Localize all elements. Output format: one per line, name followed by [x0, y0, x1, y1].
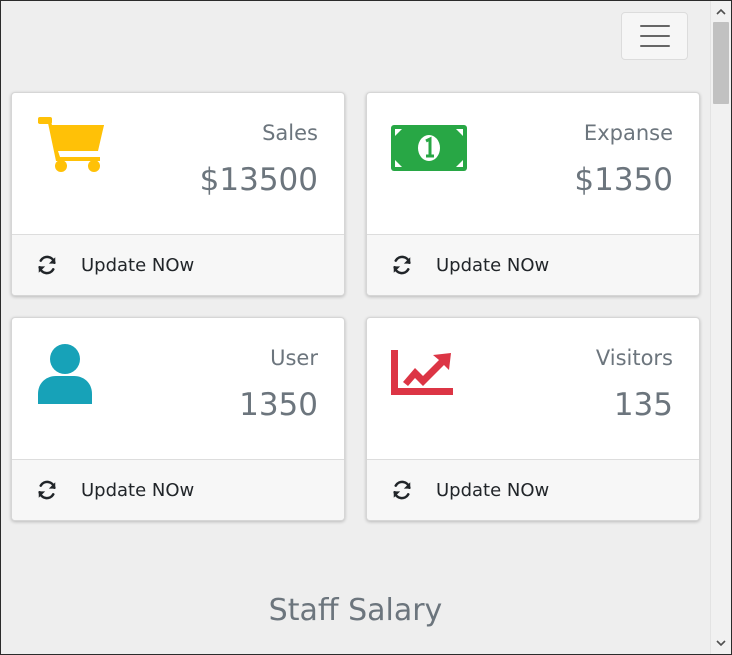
visitors-card: Visitors 135 Update NOw: [366, 317, 700, 521]
navbar-toggle-button[interactable]: [621, 12, 688, 60]
update-now-label: Update NOw: [436, 479, 550, 501]
update-now-link[interactable]: Update NOw: [12, 459, 344, 520]
card-body: Sales $13500: [12, 93, 344, 235]
vertical-scrollbar[interactable]: [710, 1, 731, 654]
money-bill-icon: [391, 125, 467, 175]
user-card: User 1350 Update NOw: [11, 317, 345, 521]
card-title: Visitors: [595, 346, 673, 370]
card-body: Expanse $1350: [367, 93, 699, 235]
card-value: 1350: [239, 387, 318, 423]
chart-line-icon: [391, 350, 453, 400]
scrollbar-thumb[interactable]: [713, 22, 729, 104]
card-title: Sales: [262, 121, 318, 145]
update-now-label: Update NOw: [436, 254, 550, 276]
update-now-link[interactable]: Update NOw: [367, 459, 699, 520]
update-now-link[interactable]: Update NOw: [367, 234, 699, 295]
scroll-down-arrow-icon[interactable]: [711, 634, 731, 652]
page-viewport: Sales $13500 Update NOw Expanse $1350 Up…: [1, 1, 710, 654]
hamburger-menu-icon: [639, 25, 670, 47]
user-icon: [38, 342, 92, 408]
update-now-link[interactable]: Update NOw: [12, 234, 344, 295]
card-title: Expanse: [583, 121, 673, 145]
card-value: 135: [613, 387, 673, 423]
card-value: $1350: [574, 162, 673, 198]
scroll-up-arrow-icon[interactable]: [711, 3, 731, 21]
sync-icon: [36, 254, 58, 276]
card-body: Visitors 135: [367, 318, 699, 460]
update-now-label: Update NOw: [81, 254, 195, 276]
shopping-cart-icon: [36, 113, 108, 177]
sync-icon: [36, 479, 58, 501]
sync-icon: [391, 479, 413, 501]
update-now-label: Update NOw: [81, 479, 195, 501]
sync-icon: [391, 254, 413, 276]
card-title: User: [270, 346, 318, 370]
expanse-card: Expanse $1350 Update NOw: [366, 92, 700, 296]
card-body: User 1350: [12, 318, 344, 460]
section-title: Staff Salary: [268, 593, 443, 628]
sales-card: Sales $13500 Update NOw: [11, 92, 345, 296]
browser-frame: Sales $13500 Update NOw Expanse $1350 Up…: [0, 0, 732, 655]
card-value: $13500: [199, 162, 318, 198]
